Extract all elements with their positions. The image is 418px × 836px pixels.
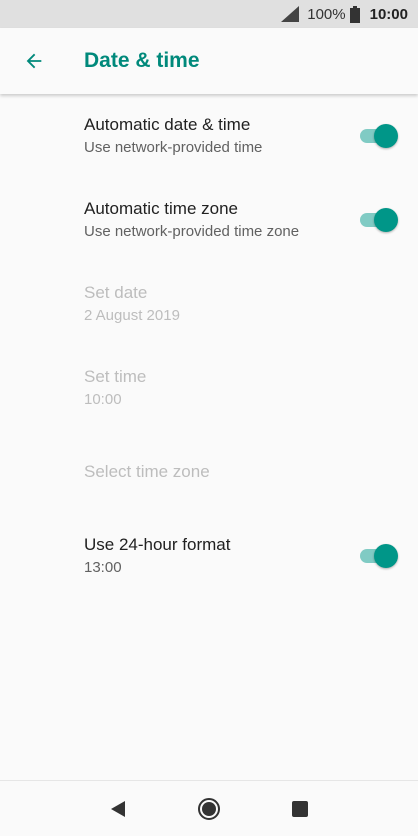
setting-summary: 10:00	[84, 391, 122, 408]
nav-home-button[interactable]	[189, 789, 229, 829]
setting-title: Set time	[84, 367, 147, 386]
signal-icon	[281, 6, 300, 22]
nav-recents-button[interactable]	[280, 789, 320, 829]
setting-set-date: Set date 2 August 2019	[0, 262, 418, 346]
navigation-bar	[0, 780, 418, 836]
setting-summary: 2 August 2019	[84, 307, 180, 324]
toggle-thumb	[374, 124, 398, 148]
battery-icon	[349, 5, 360, 23]
arrow-left-icon	[26, 53, 42, 69]
page-title: Date & time	[84, 49, 200, 72]
setting-automatic-date-time[interactable]: Automatic date & time Use network-provid…	[0, 94, 418, 178]
back-triangle-icon	[110, 800, 125, 817]
status-bar: 100% 10:00	[0, 0, 418, 28]
automatic-date-time-toggle[interactable]	[358, 124, 398, 148]
setting-title: Select time zone	[84, 462, 210, 481]
setting-automatic-time-zone[interactable]: Automatic time zone Use network-provided…	[0, 178, 418, 262]
back-button[interactable]	[6, 33, 62, 89]
automatic-time-zone-toggle[interactable]	[358, 208, 398, 232]
setting-set-time: Set time 10:00	[0, 346, 418, 430]
setting-use-24-hour-format[interactable]: Use 24-hour format 13:00	[0, 514, 418, 598]
setting-select-time-zone: Select time zone	[0, 430, 418, 514]
status-clock: 10:00	[369, 5, 408, 23]
setting-title: Set date	[84, 283, 148, 302]
recents-square-icon	[292, 800, 309, 817]
settings-list: Automatic date & time Use network-provid…	[0, 94, 418, 598]
home-circle-icon	[197, 797, 220, 820]
nav-back-button[interactable]	[98, 789, 138, 829]
use-24-hour-format-toggle[interactable]	[358, 544, 398, 568]
app-bar: Date & time	[0, 28, 418, 94]
toggle-thumb	[374, 544, 398, 568]
battery-percent: 100%	[307, 5, 346, 23]
toggle-thumb	[374, 208, 398, 232]
